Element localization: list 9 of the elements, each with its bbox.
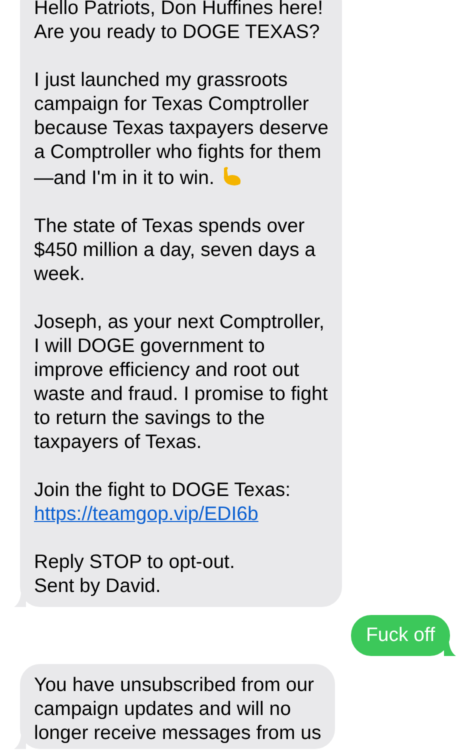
message-text: You have unsubscribed from our campaign updates and will no longer receive messages from us (34, 673, 322, 745)
sent-message-text: Fuck off (366, 623, 435, 647)
message-text: Joseph, as your next Comptroller, I will DOGE government to improve efficiency and root out waste and fraud. I promise to fight to return the savings to the taxpayers of Texas. (34, 310, 328, 454)
message-text: Reply STOP to opt-out. Sent by David. (34, 550, 236, 598)
message-text: The state of Texas spends over $450 million a day, seven days a week. (34, 214, 316, 286)
message-text: I just launched my grassroots campaign for Texas Comptroller because Texas taxpayers deserve a Comptroller who fights for them —and I'm in it to win. (34, 68, 328, 190)
message-text: Hello Patriots, Don Huffines here! Are you ready to DOGE TEXAS? (34, 0, 324, 44)
message-link[interactable]: https://teamgop.vip/EDI6b (34, 502, 328, 526)
message-text: Join the fight to DOGE Texas: (34, 478, 292, 502)
